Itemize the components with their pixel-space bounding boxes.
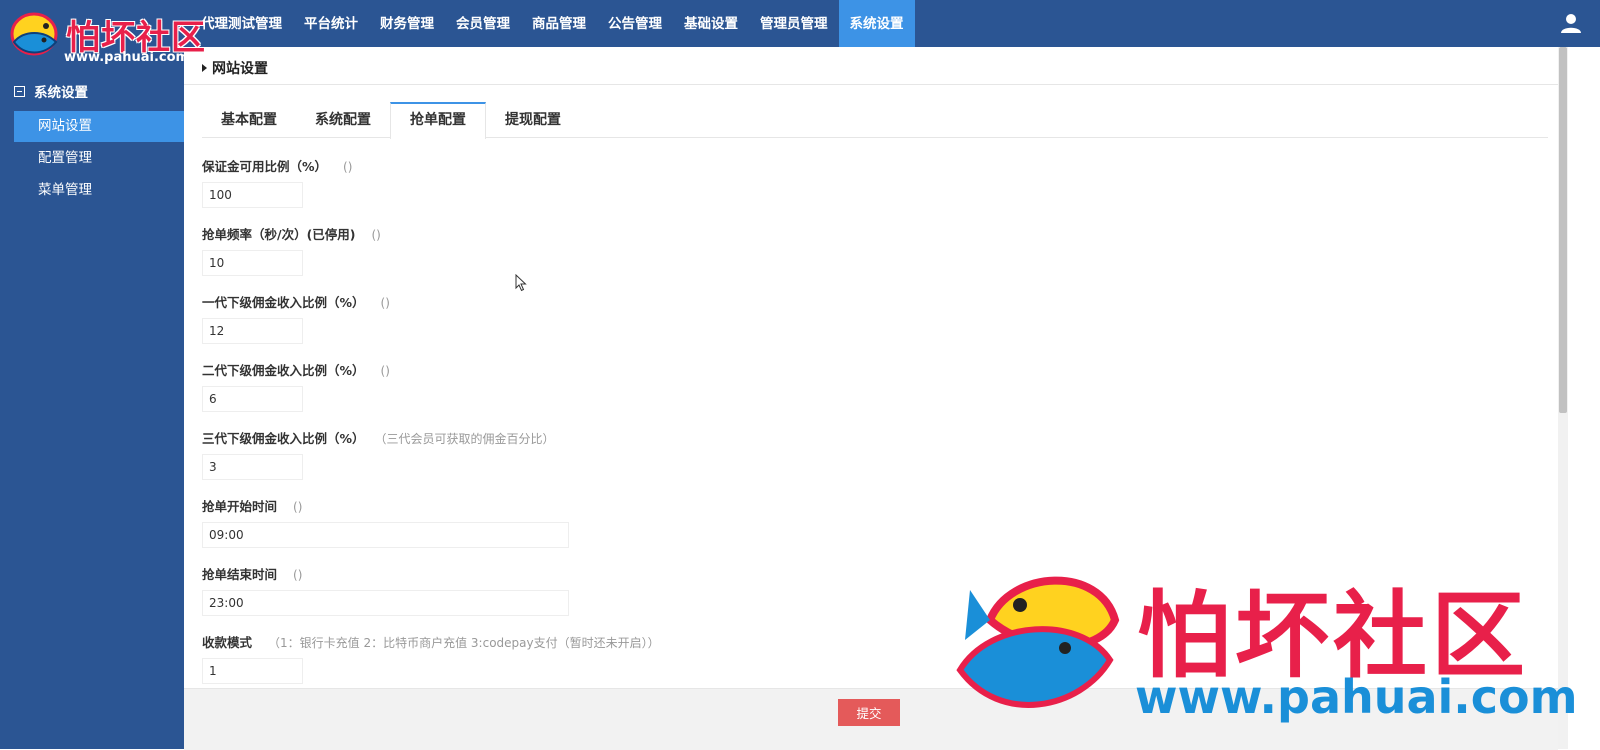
tab-system-config[interactable]: 系统配置 bbox=[296, 102, 390, 136]
field-label-text: 抢单开始时间 bbox=[202, 499, 278, 514]
page-header: 网站设置 bbox=[184, 47, 1558, 85]
nav-item-platform-stats[interactable]: 平台统计 bbox=[293, 0, 369, 47]
sidebar-group-label: 系统设置 bbox=[34, 85, 88, 101]
form-footer: 提交 bbox=[184, 688, 1558, 750]
settings-tabs: 基本配置 系统配置 抢单配置 提现配置 bbox=[202, 102, 1548, 139]
logo-url: www.pahuai.com bbox=[64, 50, 190, 65]
field-hint: () bbox=[371, 228, 381, 242]
nav-item-announcements[interactable]: 公告管理 bbox=[597, 0, 673, 47]
scrollbar-thumb[interactable] bbox=[1559, 47, 1567, 413]
field-label-text: 二代下级佣金收入比例（%） bbox=[202, 363, 365, 378]
field-label-text: 抢单频率（秒/次）(已停用) bbox=[202, 227, 356, 242]
nav-item-basic-settings[interactable]: 基础设置 bbox=[673, 0, 749, 47]
field-hint: () bbox=[293, 568, 303, 582]
field-hint: () bbox=[343, 160, 353, 174]
grab-end-time-input[interactable] bbox=[202, 590, 569, 616]
field-label-text: 保证金可用比例（%） bbox=[202, 159, 328, 174]
sidebar: 系统设置 网站设置 配置管理 菜单管理 bbox=[0, 47, 184, 749]
nav-item-system-settings[interactable]: 系统设置 bbox=[838, 0, 915, 47]
field-label: 三代下级佣金收入比例（%） （三代会员可获取的佣金百分比） bbox=[202, 428, 555, 447]
grab-frequency-input[interactable] bbox=[202, 250, 303, 276]
caret-right-icon bbox=[202, 64, 207, 72]
sidebar-group-system-settings[interactable]: 系统设置 bbox=[14, 81, 88, 101]
level1-commission-input[interactable] bbox=[202, 318, 303, 344]
sidebar-item-config-management[interactable]: 配置管理 bbox=[14, 143, 184, 174]
field-label: 抢单频率（秒/次）(已停用) () bbox=[202, 224, 381, 243]
main-nav: 代理测试管理 平台统计 财务管理 会员管理 商品管理 公告管理 基础设置 管理员… bbox=[190, 0, 915, 47]
field-label: 抢单结束时间 () bbox=[202, 564, 302, 583]
page-title: 网站设置 bbox=[202, 58, 268, 78]
nav-item-products[interactable]: 商品管理 bbox=[521, 0, 597, 47]
field-label-text: 抢单结束时间 bbox=[202, 567, 278, 582]
payment-mode-input[interactable] bbox=[202, 658, 303, 684]
mouse-cursor-icon bbox=[515, 274, 527, 292]
user-icon[interactable] bbox=[1560, 12, 1582, 34]
page-title-text: 网站设置 bbox=[212, 61, 268, 77]
level2-commission-input[interactable] bbox=[202, 386, 303, 412]
nav-item-members[interactable]: 会员管理 bbox=[445, 0, 521, 47]
sidebar-item-website-settings[interactable]: 网站设置 bbox=[14, 111, 184, 142]
watermark-text: 怕坏社区 bbox=[1137, 581, 1530, 691]
tab-withdrawal-config[interactable]: 提现配置 bbox=[486, 102, 580, 136]
sidebar-item-menu-management[interactable]: 菜单管理 bbox=[14, 175, 184, 206]
nav-item-admins[interactable]: 管理员管理 bbox=[749, 0, 839, 47]
field-hint: () bbox=[380, 296, 390, 310]
fish-logo-icon bbox=[10, 12, 58, 56]
page-scrollbar[interactable] bbox=[1558, 47, 1568, 749]
field-hint: （1：银行卡充值 2：比特币商户充值 3:codepay支付（暂时还未开启）） bbox=[268, 636, 660, 650]
field-hint: () bbox=[380, 364, 390, 378]
deposit-ratio-input[interactable] bbox=[202, 182, 303, 208]
field-label-text: 收款模式 bbox=[202, 635, 253, 650]
site-logo[interactable]: 怕坏社区 www.pahuai.com bbox=[8, 6, 205, 68]
level3-commission-input[interactable] bbox=[202, 454, 303, 480]
field-label: 抢单开始时间 () bbox=[202, 496, 302, 515]
field-label: 收款模式 （1：银行卡充值 2：比特币商户充值 3:codepay支付（暂时还未开… bbox=[202, 632, 660, 651]
submit-button[interactable]: 提交 bbox=[838, 699, 900, 726]
field-label: 二代下级佣金收入比例（%） () bbox=[202, 360, 390, 379]
field-hint: （三代会员可获取的佣金百分比） bbox=[380, 432, 555, 446]
grab-start-time-input[interactable] bbox=[202, 522, 569, 548]
collapse-icon bbox=[14, 85, 25, 97]
tab-grab-order-config[interactable]: 抢单配置 bbox=[390, 102, 486, 139]
field-label-text: 三代下级佣金收入比例（%） bbox=[202, 431, 365, 446]
tab-basic-config[interactable]: 基本配置 bbox=[202, 102, 296, 136]
sidebar-items: 网站设置 配置管理 菜单管理 bbox=[14, 111, 184, 207]
field-label-text: 一代下级佣金收入比例（%） bbox=[202, 295, 365, 310]
field-hint: () bbox=[293, 500, 303, 514]
field-label: 保证金可用比例（%） () bbox=[202, 156, 352, 175]
field-label: 一代下级佣金收入比例（%） () bbox=[202, 292, 390, 311]
nav-item-finance[interactable]: 财务管理 bbox=[369, 0, 445, 47]
top-navbar: 代理测试管理 平台统计 财务管理 会员管理 商品管理 公告管理 基础设置 管理员… bbox=[0, 0, 1600, 47]
